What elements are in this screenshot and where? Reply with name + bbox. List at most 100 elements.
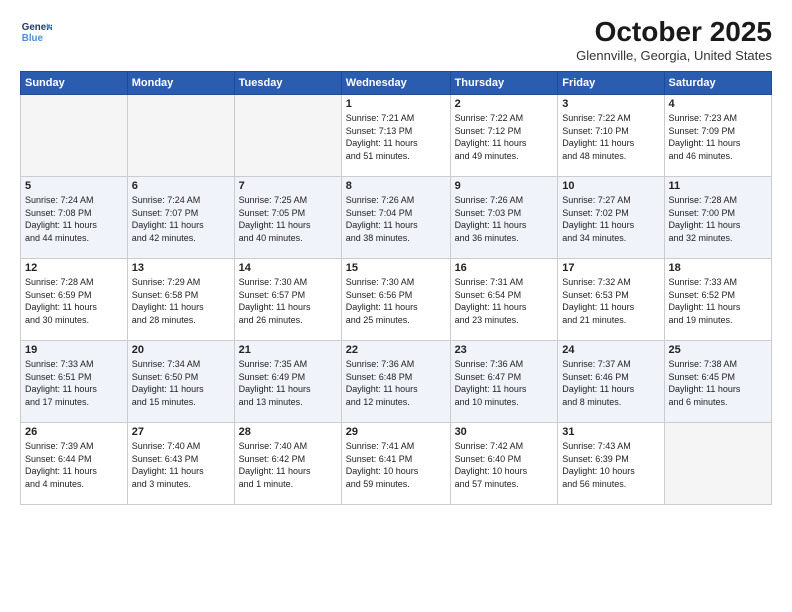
- day-cell: 23 Sunrise: 7:36 AM Sunset: 6:47 PM Dayli…: [450, 341, 558, 423]
- day-cell: 11Sunrise: 7:28 AM Sunset: 7:00 PM Dayli…: [664, 177, 771, 259]
- day-cell: 20 Sunrise: 7:34 AM Sunset: 6:50 PM Dayli…: [127, 341, 234, 423]
- day-cell: 3Sunrise: 7:22 AM Sunset: 7:10 PM Daylig…: [558, 95, 664, 177]
- day-info: Sunrise: 7:33 AM Sunset: 6:52 PM Dayligh…: [669, 276, 767, 326]
- day-info: Sunrise: 7:33 AM Sunset: 6:51 PM Dayligh…: [25, 358, 123, 408]
- day-cell: 27Sunrise: 7:40 AM Sunset: 6:43 PM Dayli…: [127, 423, 234, 505]
- day-cell: 2 Sunrise: 7:22 AM Sunset: 7:12 PM Daylig…: [450, 95, 558, 177]
- day-cell: 9 Sunrise: 7:26 AM Sunset: 7:03 PM Daylig…: [450, 177, 558, 259]
- day-cell: 1 Sunrise: 7:21 AM Sunset: 7:13 PM Daylig…: [341, 95, 450, 177]
- day-info: Sunrise: 7:31 AM Sunset: 6:54 PM Dayligh…: [455, 276, 554, 326]
- day-info: Sunrise: 7:42 AM Sunset: 6:40 PM Dayligh…: [455, 440, 554, 490]
- day-cell: [664, 423, 771, 505]
- logo: General Blue: [20, 16, 52, 48]
- day-info: Sunrise: 7:22 AM Sunset: 7:10 PM Dayligh…: [562, 112, 659, 162]
- day-number: 4: [669, 98, 767, 110]
- week-row-5: 26Sunrise: 7:39 AM Sunset: 6:44 PM Dayli…: [21, 423, 772, 505]
- day-info: Sunrise: 7:25 AM Sunset: 7:05 PM Dayligh…: [239, 194, 337, 244]
- day-info: Sunrise: 7:22 AM Sunset: 7:12 PM Dayligh…: [455, 112, 554, 162]
- calendar: Sunday Monday Tuesday Wednesday Thursday…: [20, 71, 772, 505]
- day-cell: [21, 95, 128, 177]
- day-number: 20: [132, 344, 230, 356]
- day-number: 2: [455, 98, 554, 110]
- day-number: 15: [346, 262, 446, 274]
- day-cell: 26Sunrise: 7:39 AM Sunset: 6:44 PM Dayli…: [21, 423, 128, 505]
- day-number: 30: [455, 426, 554, 438]
- day-number: 12: [25, 262, 123, 274]
- day-info: Sunrise: 7:30 AM Sunset: 6:56 PM Dayligh…: [346, 276, 446, 326]
- day-info: Sunrise: 7:23 AM Sunset: 7:09 PM Dayligh…: [669, 112, 767, 162]
- day-number: 25: [669, 344, 767, 356]
- week-row-4: 19 Sunrise: 7:33 AM Sunset: 6:51 PM Dayli…: [21, 341, 772, 423]
- col-wednesday: Wednesday: [341, 72, 450, 95]
- col-saturday: Saturday: [664, 72, 771, 95]
- col-sunday: Sunday: [21, 72, 128, 95]
- day-number: 6: [132, 180, 230, 192]
- day-cell: 8 Sunrise: 7:26 AM Sunset: 7:04 PM Daylig…: [341, 177, 450, 259]
- header-row: Sunday Monday Tuesday Wednesday Thursday…: [21, 72, 772, 95]
- day-number: 17: [562, 262, 659, 274]
- day-number: 5: [25, 180, 123, 192]
- day-cell: 16 Sunrise: 7:31 AM Sunset: 6:54 PM Dayli…: [450, 259, 558, 341]
- day-cell: [127, 95, 234, 177]
- day-number: 1: [346, 98, 446, 110]
- day-info: Sunrise: 7:36 AM Sunset: 6:47 PM Dayligh…: [455, 358, 554, 408]
- day-info: Sunrise: 7:43 AM Sunset: 6:39 PM Dayligh…: [562, 440, 659, 490]
- day-info: Sunrise: 7:24 AM Sunset: 7:08 PM Dayligh…: [25, 194, 123, 244]
- day-cell: 5 Sunrise: 7:24 AM Sunset: 7:08 PM Daylig…: [21, 177, 128, 259]
- day-info: Sunrise: 7:28 AM Sunset: 7:00 PM Dayligh…: [669, 194, 767, 244]
- week-row-1: 1 Sunrise: 7:21 AM Sunset: 7:13 PM Daylig…: [21, 95, 772, 177]
- day-cell: 7 Sunrise: 7:25 AM Sunset: 7:05 PM Daylig…: [234, 177, 341, 259]
- day-cell: 13Sunrise: 7:29 AM Sunset: 6:58 PM Dayli…: [127, 259, 234, 341]
- day-cell: [234, 95, 341, 177]
- day-info: Sunrise: 7:21 AM Sunset: 7:13 PM Dayligh…: [346, 112, 446, 162]
- day-info: Sunrise: 7:30 AM Sunset: 6:57 PM Dayligh…: [239, 276, 337, 326]
- day-cell: 17 Sunrise: 7:32 AM Sunset: 6:53 PM Dayli…: [558, 259, 664, 341]
- col-thursday: Thursday: [450, 72, 558, 95]
- day-cell: 21Sunrise: 7:35 AM Sunset: 6:49 PM Dayli…: [234, 341, 341, 423]
- day-cell: 29 Sunrise: 7:41 AM Sunset: 6:41 PM Dayli…: [341, 423, 450, 505]
- day-number: 23: [455, 344, 554, 356]
- day-info: Sunrise: 7:32 AM Sunset: 6:53 PM Dayligh…: [562, 276, 659, 326]
- day-number: 24: [562, 344, 659, 356]
- day-cell: 30 Sunrise: 7:42 AM Sunset: 6:40 PM Dayli…: [450, 423, 558, 505]
- day-info: Sunrise: 7:36 AM Sunset: 6:48 PM Dayligh…: [346, 358, 446, 408]
- day-cell: 25Sunrise: 7:38 AM Sunset: 6:45 PM Dayli…: [664, 341, 771, 423]
- day-number: 22: [346, 344, 446, 356]
- day-number: 16: [455, 262, 554, 274]
- month-title: October 2025: [576, 16, 772, 48]
- subtitle: Glennville, Georgia, United States: [576, 48, 772, 63]
- day-number: 31: [562, 426, 659, 438]
- day-info: Sunrise: 7:40 AM Sunset: 6:43 PM Dayligh…: [132, 440, 230, 490]
- day-cell: 12 Sunrise: 7:28 AM Sunset: 6:59 PM Dayli…: [21, 259, 128, 341]
- day-number: 21: [239, 344, 337, 356]
- day-info: Sunrise: 7:28 AM Sunset: 6:59 PM Dayligh…: [25, 276, 123, 326]
- svg-text:Blue: Blue: [22, 33, 44, 44]
- day-number: 29: [346, 426, 446, 438]
- day-cell: 6Sunrise: 7:24 AM Sunset: 7:07 PM Daylig…: [127, 177, 234, 259]
- day-cell: 10Sunrise: 7:27 AM Sunset: 7:02 PM Dayli…: [558, 177, 664, 259]
- col-friday: Friday: [558, 72, 664, 95]
- day-info: Sunrise: 7:40 AM Sunset: 6:42 PM Dayligh…: [239, 440, 337, 490]
- week-row-3: 12 Sunrise: 7:28 AM Sunset: 6:59 PM Dayli…: [21, 259, 772, 341]
- day-info: Sunrise: 7:39 AM Sunset: 6:44 PM Dayligh…: [25, 440, 123, 490]
- day-cell: 19 Sunrise: 7:33 AM Sunset: 6:51 PM Dayli…: [21, 341, 128, 423]
- day-info: Sunrise: 7:26 AM Sunset: 7:04 PM Dayligh…: [346, 194, 446, 244]
- day-number: 9: [455, 180, 554, 192]
- week-row-2: 5 Sunrise: 7:24 AM Sunset: 7:08 PM Daylig…: [21, 177, 772, 259]
- day-info: Sunrise: 7:41 AM Sunset: 6:41 PM Dayligh…: [346, 440, 446, 490]
- day-cell: 14 Sunrise: 7:30 AM Sunset: 6:57 PM Dayli…: [234, 259, 341, 341]
- day-info: Sunrise: 7:34 AM Sunset: 6:50 PM Dayligh…: [132, 358, 230, 408]
- col-tuesday: Tuesday: [234, 72, 341, 95]
- day-cell: 24Sunrise: 7:37 AM Sunset: 6:46 PM Dayli…: [558, 341, 664, 423]
- day-number: 8: [346, 180, 446, 192]
- day-number: 10: [562, 180, 659, 192]
- day-number: 19: [25, 344, 123, 356]
- day-number: 13: [132, 262, 230, 274]
- day-cell: 15 Sunrise: 7:30 AM Sunset: 6:56 PM Dayli…: [341, 259, 450, 341]
- col-monday: Monday: [127, 72, 234, 95]
- day-info: Sunrise: 7:26 AM Sunset: 7:03 PM Dayligh…: [455, 194, 554, 244]
- day-number: 14: [239, 262, 337, 274]
- day-cell: 31 Sunrise: 7:43 AM Sunset: 6:39 PM Dayli…: [558, 423, 664, 505]
- day-number: 28: [239, 426, 337, 438]
- day-number: 7: [239, 180, 337, 192]
